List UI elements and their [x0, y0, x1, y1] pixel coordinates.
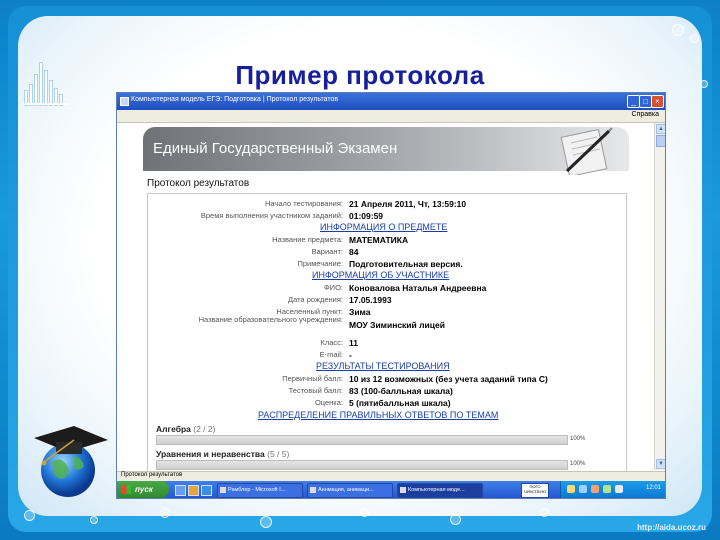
topic-progress-fill	[157, 436, 567, 444]
field-value: МАТЕМАТИКА	[349, 235, 409, 245]
scroll-up-icon[interactable]: ▲	[656, 124, 665, 134]
field-label: Начало тестирования:	[264, 199, 343, 208]
quicklaunch-explorer-icon[interactable]	[175, 485, 186, 496]
protocol-row: Оценка: 5 (пятибалльная шкала)	[148, 397, 626, 409]
protocol-row: Первичный балл: 10 из 12 возможных (без у…	[148, 373, 626, 385]
scroll-down-icon[interactable]: ▼	[656, 459, 665, 469]
protocol-row: Время выполнения участником заданий: 01:0…	[148, 210, 626, 222]
protocol-row: ФИО: Коновалова Наталья Андреевна	[148, 282, 626, 294]
close-button[interactable]: ×	[651, 95, 664, 108]
topic-percent: 100%	[570, 436, 586, 442]
start-label: пуск	[135, 485, 153, 494]
system-tray: 12:01	[560, 481, 665, 498]
field-label: Время выполнения участником заданий:	[200, 211, 343, 220]
windows-logo-icon	[122, 485, 131, 494]
field-label: Оценка:	[314, 398, 343, 407]
field-label: ФИО:	[323, 283, 343, 292]
field-value: МОУ Зиминский лицей	[349, 320, 445, 330]
section-link[interactable]: ИНФОРМАЦИЯ ОБ УЧАСТНИКЕ	[312, 270, 449, 280]
graduation-globe-icon	[34, 426, 108, 497]
field-value: -	[349, 350, 352, 360]
field-label: Название образовательного учреждения:	[198, 315, 343, 324]
topic-name: Уравнения и неравенства	[156, 449, 265, 459]
topic-progress-bar	[156, 460, 568, 470]
field-label: Дата рождения:	[288, 295, 343, 304]
window-titlebar[interactable]: Компьютерная модель ЕГЭ: Подготовка | Пр…	[117, 93, 665, 110]
tray-update-icon[interactable]	[603, 485, 611, 493]
field-label: E-mail:	[319, 350, 343, 359]
quicklaunch-firefox-icon[interactable]	[188, 485, 199, 496]
field-value: 10 из 12 возможных (без учета заданий ти…	[349, 374, 548, 384]
tray-misc-icon[interactable]	[615, 485, 623, 493]
topic-label: Алгебра (2 / 2)	[156, 424, 215, 434]
protocol-row: Название образовательного учреждения: МОУ…	[148, 316, 626, 331]
banner-title: Единый Государственный Экзамен	[153, 140, 398, 157]
menu-help[interactable]: Справка	[632, 111, 659, 118]
site-url: http://aida.ucoz.ru	[637, 523, 706, 532]
tray-security-icon[interactable]	[591, 485, 599, 493]
field-label: Название предмета:	[272, 235, 343, 244]
section-link[interactable]: ИНФОРМАЦИЯ О ПРЕДМЕТЕ	[320, 222, 447, 232]
vertical-scrollbar[interactable]: ▲ ▼	[654, 123, 665, 470]
pen-and-paper-icon	[560, 127, 613, 175]
tray-volume-icon[interactable]	[579, 485, 587, 493]
scroll-thumb[interactable]	[656, 135, 665, 147]
language-indicator[interactable]: ПОГО ЧУВСТВУЮ	[521, 483, 549, 498]
topic-count: (2 / 2)	[193, 424, 216, 434]
field-value: 21 Апреля 2011, Чт, 13:59:10	[349, 199, 467, 209]
topic-name: Алгебра	[156, 424, 191, 434]
quicklaunch-ie-icon[interactable]	[201, 485, 212, 496]
exam-banner: Единый Государственный Экзамен	[143, 127, 629, 175]
field-value: Зима	[349, 307, 371, 317]
protocol-heading: Протокол результатов	[147, 178, 250, 189]
slide-title: Пример протокола	[235, 60, 485, 90]
field-label: Примечание:	[297, 259, 344, 268]
protocol-row: Название предмета: МАТЕМАТИКА	[148, 234, 626, 246]
field-value: Подготовительная версия.	[349, 259, 463, 269]
protocol-row: Класс: 11	[148, 337, 626, 349]
window-title: Компьютерная модель ЕГЭ: Подготовка | Пр…	[131, 96, 339, 103]
protocol-row: Примечание: Подготовительная версия.	[148, 258, 626, 270]
protocol-row: Тестовый балл: 83 (100-балльная шкала)	[148, 385, 626, 397]
protocol-row: Начало тестирования: 21 Апреля 2011, Чт, …	[148, 198, 626, 210]
app-icon	[120, 97, 129, 106]
taskbar-item-rambler[interactable]: Рамблер - Microsoft I...	[217, 483, 303, 498]
tray-network-icon[interactable]	[567, 485, 575, 493]
topic-progress-fill	[157, 461, 567, 469]
field-value: 17.05.1993	[349, 295, 392, 305]
field-value: 11	[349, 338, 358, 348]
field-value: 01:09:59	[349, 211, 384, 221]
distribution-link[interactable]: РАСПРЕДЕЛЕНИЕ ПРАВИЛЬНЫХ ОТВЕТОВ ПО ТЕМА…	[258, 410, 498, 420]
clock: 12:01	[645, 485, 661, 491]
taskbar-item-animation[interactable]: Аннмация, анимаци...	[307, 483, 393, 498]
field-label: Класс:	[320, 338, 344, 347]
menubar: Справка	[117, 110, 665, 123]
taskbar: пуск Рамблер - Microsoft I... Аннмация, …	[117, 481, 665, 498]
section-link[interactable]: РЕЗУЛЬТАТЫ ТЕСТИРОВАНИЯ	[316, 361, 450, 371]
application-window: Компьютерная модель ЕГЭ: Подготовка | Пр…	[116, 92, 666, 499]
topic-progress-bar	[156, 435, 568, 445]
taskbar-item-exam-model[interactable]: Компьютерная моде...	[397, 483, 483, 498]
field-value: 5 (пятибалльная шкала)	[349, 398, 451, 408]
protocol-panel: Начало тестирования: 21 Апреля 2011, Чт, …	[147, 193, 627, 485]
topic-label: Уравнения и неравенства (5 / 5)	[156, 449, 289, 459]
field-value: 84	[349, 247, 359, 257]
protocol-row: Вариант: 84	[148, 246, 626, 258]
document-icon	[310, 487, 316, 493]
topic-count: (5 / 5)	[267, 449, 290, 459]
topic-percent: 100%	[570, 461, 586, 467]
field-label: Вариант:	[311, 247, 343, 256]
start-button[interactable]: пуск	[117, 481, 169, 498]
protocol-row: E-mail: -	[148, 349, 626, 361]
app-icon	[400, 487, 406, 493]
status-text: Протокол результатов	[121, 472, 183, 478]
protocol-page: Единый Государственный Экзамен Протокол …	[117, 123, 655, 485]
protocol-row: Дата рождения: 17.05.1993	[148, 294, 626, 306]
field-value: 83 (100-балльная шкала)	[349, 386, 453, 396]
status-bar: Протокол результатов	[117, 471, 665, 481]
field-label: Первичный балл:	[282, 374, 343, 383]
browser-icon	[220, 487, 226, 493]
field-value: Коновалова Наталья Андреевна	[349, 283, 487, 293]
field-label: Тестовый балл:	[288, 386, 343, 395]
